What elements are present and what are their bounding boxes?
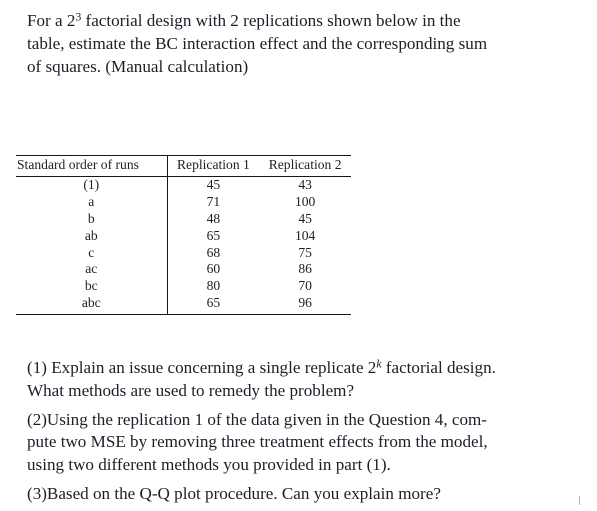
cell-run: (1) (83, 177, 100, 193)
intro-line-1-text-b: factorial design with 2 replications sho… (81, 11, 461, 30)
question-1-line-1: (1) Explain an issue concerning a single… (27, 357, 579, 380)
table-row: a 71 100 (16, 193, 351, 211)
question-3: (3)Based on the Q-Q plot procedure. Can … (27, 483, 579, 506)
table-row: ac 60 86 (16, 260, 351, 278)
column-header-standard-order: Standard order of runs (17, 157, 139, 172)
intro-line-1-text-a: For a 2 (27, 11, 76, 30)
table-row: b 48 45 (16, 210, 351, 228)
table-row: bc 80 70 (16, 277, 351, 295)
cell-replication-1: 80 (166, 277, 260, 295)
cell-run: ac (85, 261, 98, 277)
scan-artifact-mark (579, 496, 580, 505)
factorial-data-table-wrapper: Standard order of runs Replication 1 Rep… (16, 155, 351, 315)
cell-replication-1: 65 (166, 294, 260, 315)
cell-replication-1: 68 (166, 244, 260, 261)
question-2-line-1: (2)Using the replication 1 of the data g… (27, 409, 487, 429)
question-1-line-2: What methods are used to remedy the prob… (27, 380, 355, 400)
table-row: abc 65 96 (16, 294, 351, 315)
cell-replication-1: 65 (166, 227, 260, 245)
cell-run: b (87, 210, 95, 226)
column-header-replication-2: Replication 2 (268, 157, 342, 172)
cell-replication-1: 45 (166, 176, 260, 194)
cell-run: bc (84, 278, 98, 294)
cell-replication-1: 60 (166, 260, 260, 278)
question-2: (2)Using the replication 1 of the data g… (27, 409, 579, 477)
cell-replication-1: 48 (166, 210, 260, 228)
intro-line-1: For a 23 factorial design with 2 replica… (27, 9, 579, 32)
table-row: c 68 75 (16, 244, 351, 261)
cell-replication-2: 43 (298, 177, 312, 193)
cell-run: ab (84, 227, 98, 243)
table-header-row: Standard order of runs Replication 1 Rep… (16, 155, 351, 177)
intro-line-3: of squares. (Manual calculation) (27, 57, 249, 77)
column-header-replication-1: Replication 1 (166, 155, 260, 177)
factorial-data-table: Standard order of runs Replication 1 Rep… (16, 155, 351, 315)
cell-replication-2: 45 (298, 210, 312, 226)
cell-replication-2: 75 (298, 244, 312, 260)
cell-replication-2: 70 (298, 278, 312, 294)
cell-run: abc (81, 294, 101, 310)
cell-run: a (88, 194, 95, 210)
document-page: For a 23 factorial design with 2 replica… (0, 0, 597, 511)
question-3-line-1: (3)Based on the Q-Q plot procedure. Can … (27, 483, 441, 503)
question-1-text-b: factorial design. (381, 358, 496, 377)
question-1-text-a: (1) Explain an issue concerning a single… (27, 358, 377, 377)
cell-replication-2: 104 (294, 227, 316, 243)
cell-replication-2: 100 (294, 194, 316, 210)
cell-run: c (88, 244, 95, 260)
question-1: (1) Explain an issue concerning a single… (27, 357, 579, 402)
intro-line-2: table, estimate the BC interaction effec… (27, 34, 488, 54)
cell-replication-2: 86 (298, 261, 312, 277)
table-body: (1) 45 43 a 71 100 b 48 45 ab 65 104 c 6… (16, 176, 351, 315)
table-row: ab 65 104 (16, 227, 351, 245)
intro-paragraph: For a 23 factorial design with 2 replica… (27, 9, 579, 79)
question-list: (1) Explain an issue concerning a single… (27, 357, 579, 506)
cell-replication-1: 71 (166, 193, 260, 211)
question-2-line-2: pute two MSE by removing three treatment… (27, 432, 488, 452)
table-header: Standard order of runs Replication 1 Rep… (16, 155, 351, 177)
question-2-line-3: using two different methods you provided… (27, 454, 391, 474)
cell-replication-2: 96 (298, 294, 312, 310)
table-row: (1) 45 43 (16, 176, 351, 194)
